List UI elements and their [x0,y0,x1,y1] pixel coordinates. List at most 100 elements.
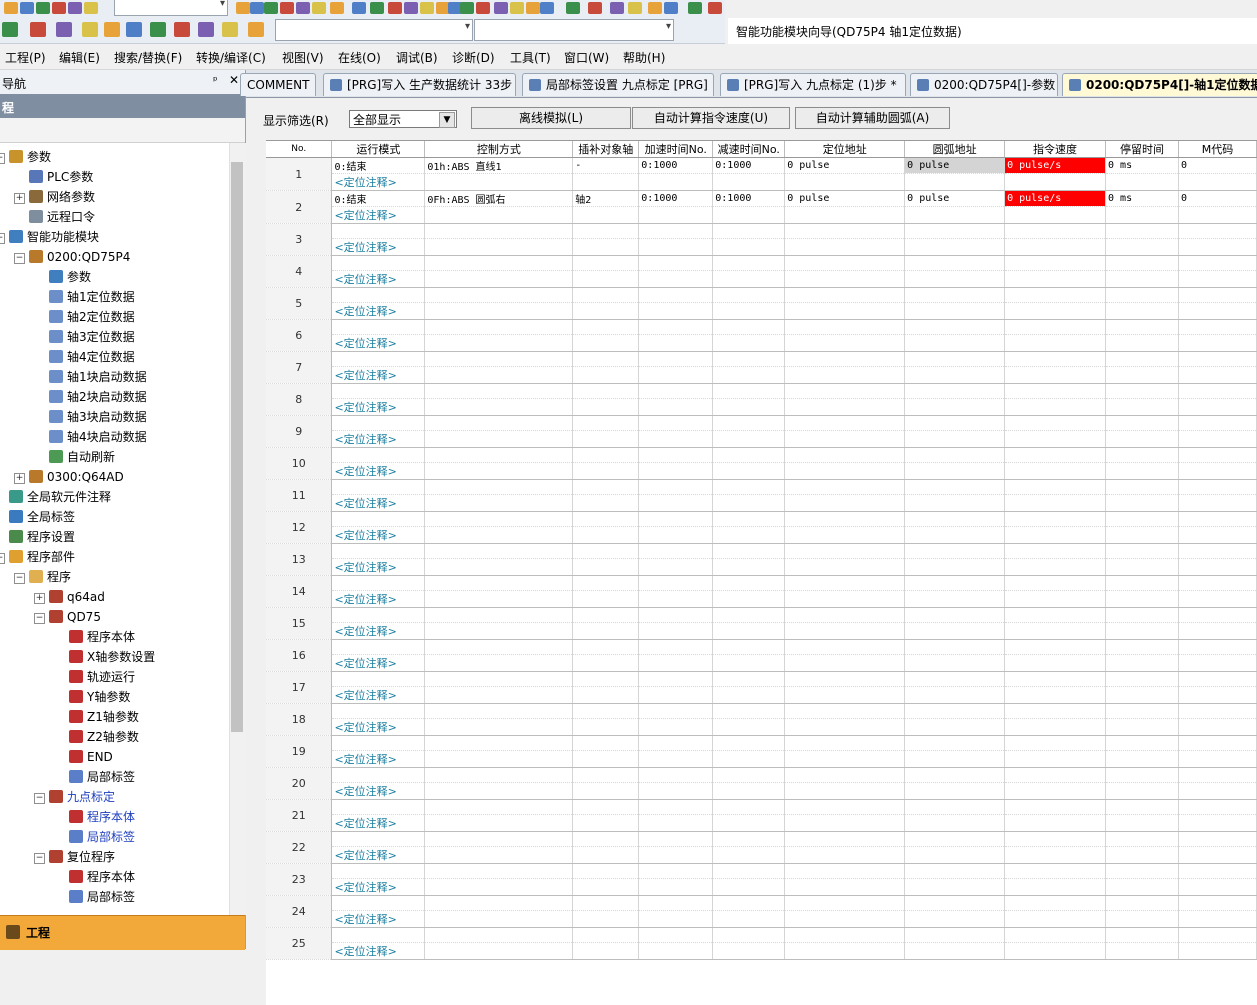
cell-mcode[interactable] [1178,319,1257,335]
cell-acc[interactable] [638,255,714,271]
table-row[interactable]: 10 [266,447,1257,480]
cell-speed[interactable] [1004,511,1107,527]
positioning-comment[interactable]: <定位注释> [331,526,426,544]
cell-dec[interactable] [712,223,786,239]
table-row[interactable]: 22 [266,831,1257,864]
cell-control[interactable] [424,767,574,783]
cell-arc[interactable] [904,831,1006,847]
cell-arc[interactable] [904,479,1006,495]
tree-item[interactable]: 轴1块启动数据 [34,367,147,387]
tree-item[interactable]: 程序本体 [54,627,135,647]
cell-dec[interactable] [712,831,786,847]
menu-item[interactable]: 编辑(E) [59,49,100,66]
column-header[interactable]: 运行模式 [331,141,426,158]
cell-speed[interactable] [1004,703,1107,719]
cell-speed[interactable] [1004,255,1107,271]
positioning-comment[interactable]: <定位注释> [331,686,426,704]
toolbar-button-icon[interactable] [52,2,66,14]
menu-item[interactable]: 诊断(D) [452,49,495,66]
cell-axis[interactable] [572,671,640,687]
cell-dwell[interactable] [1105,703,1179,719]
cell-dwell[interactable] [1105,223,1179,239]
tree-item[interactable]: PLC参数 [14,167,93,187]
cell-dec[interactable]: 0:1000 [712,190,786,207]
cell-mode[interactable] [331,575,426,591]
cell-mode[interactable] [331,415,426,431]
column-header[interactable]: M代码 [1178,141,1257,158]
cell-mcode[interactable] [1178,351,1257,367]
auto-calc-speed-button[interactable]: 自动计算指令速度(U) [632,107,790,129]
cell-addr[interactable] [784,511,906,527]
tree-item[interactable]: 程序本体 [54,807,135,827]
cell-addr[interactable] [784,767,906,783]
tree-item[interactable]: − 程序 [14,567,71,587]
tree-item[interactable]: − 复位程序 [34,847,115,867]
cell-dec[interactable] [712,703,786,719]
toolbar-button-icon[interactable] [264,2,278,14]
toolbar-button-icon[interactable] [280,2,294,14]
cell-arc[interactable] [904,415,1006,431]
cell-dec[interactable] [712,383,786,399]
cell-acc[interactable] [638,799,714,815]
menu-item[interactable]: 转换/编译(C) [196,49,266,66]
cell-axis[interactable] [572,223,640,239]
cell-addr[interactable] [784,863,906,879]
cell-speed[interactable] [1004,639,1107,655]
toolbar-button-icon[interactable] [388,2,402,14]
toolbar-button-icon[interactable] [198,22,214,37]
cell-speed[interactable] [1004,895,1107,911]
table-row[interactable]: 2 0:结束 0Fh:ABS 圆弧右 轴2 0:1000 0:1000 0 pulse 0 p… [266,190,1257,224]
cell-arc[interactable] [904,287,1006,303]
cell-speed[interactable] [1004,799,1107,815]
positioning-comment[interactable]: <定位注释> [331,558,426,576]
positioning-comment[interactable]: <定位注释> [331,366,426,384]
expand-icon[interactable]: + [14,193,25,204]
positioning-comment[interactable]: <定位注释> [331,302,426,320]
cell-arc[interactable] [904,575,1006,591]
cell-mcode[interactable] [1178,671,1257,687]
cell-dwell[interactable] [1105,479,1179,495]
cell-mode[interactable] [331,447,426,463]
menu-item[interactable]: 搜索/替换(F) [114,49,182,66]
table-row[interactable]: 8 [266,383,1257,416]
cell-dec[interactable] [712,351,786,367]
cell-dec[interactable] [712,447,786,463]
cell-control[interactable] [424,607,574,623]
cell-mode[interactable] [331,223,426,239]
cell-dwell[interactable] [1105,799,1179,815]
cell-acc[interactable]: 0:1000 [638,190,714,207]
collapse-icon[interactable]: − [0,553,5,564]
cell-dwell[interactable]: 0 ms [1105,157,1179,174]
column-header[interactable]: 插补对象轴 [572,141,640,158]
table-row[interactable]: 25 [266,927,1257,960]
pin-icon[interactable]: ᵖ [213,74,218,87]
cell-arc[interactable] [904,511,1006,527]
cell-addr[interactable] [784,927,906,943]
positioning-comment[interactable]: <定位注释> [331,173,426,191]
cell-mode[interactable] [331,767,426,783]
display-filter-select[interactable]: 全部显示 ▼ [349,110,457,128]
cell-dec[interactable] [712,511,786,527]
cell-mcode[interactable]: 0 [1178,190,1257,207]
cell-mcode[interactable] [1178,639,1257,655]
cell-mcode[interactable] [1178,575,1257,591]
menu-item[interactable]: 帮助(H) [623,49,665,66]
cell-speed[interactable] [1004,543,1107,559]
cell-mcode[interactable] [1178,415,1257,431]
cell-acc[interactable] [638,575,714,591]
collapse-icon[interactable]: − [0,233,5,244]
cell-speed[interactable]: 0 pulse/s [1004,190,1107,207]
cell-axis[interactable] [572,767,640,783]
toolbar-button-icon[interactable] [150,22,166,37]
column-header[interactable]: 指令速度 [1004,141,1107,158]
toolbar-button-icon[interactable] [648,2,662,14]
cell-control[interactable] [424,735,574,751]
positioning-comment[interactable]: <定位注释> [331,462,426,480]
cell-acc[interactable] [638,927,714,943]
cell-arc[interactable]: 0 pulse [904,190,1006,207]
toolbar-button-icon[interactable] [708,2,722,14]
tree-item[interactable]: Z1轴参数 [54,707,139,727]
cell-axis[interactable] [572,319,640,335]
cell-dec[interactable] [712,415,786,431]
collapse-icon[interactable]: − [14,573,25,584]
